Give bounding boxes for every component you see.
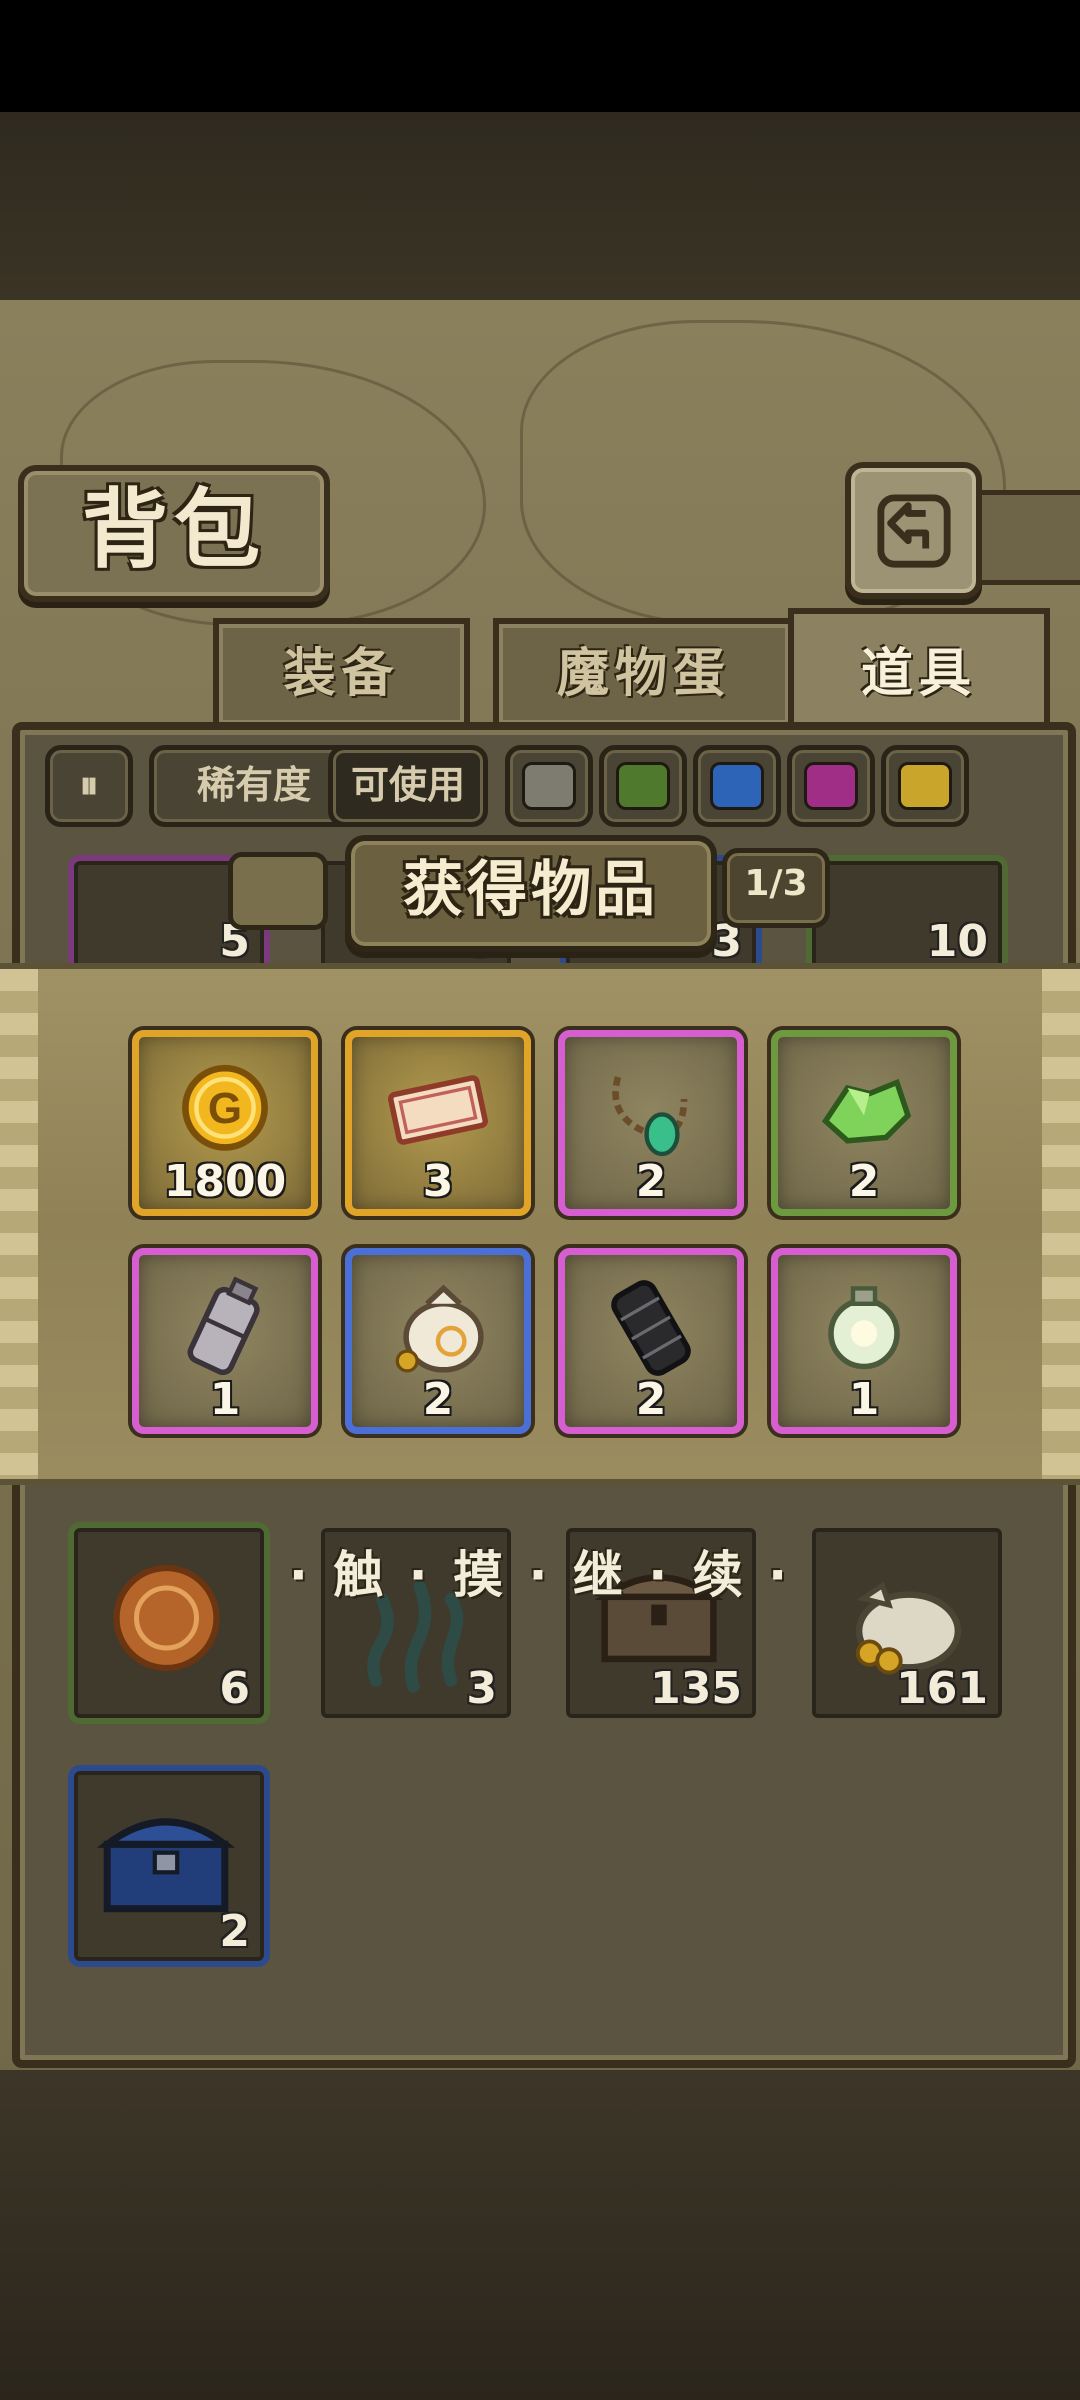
gem-necklace-icon <box>612 1076 688 1157</box>
blue-chest-icon <box>96 1818 236 1913</box>
blue-swatch <box>710 762 764 810</box>
reward-page-text: 1/3 <box>744 863 808 904</box>
usable-filter-label: 可使用 <box>350 763 465 807</box>
gold-swatch <box>898 762 952 810</box>
back-arrow-icon <box>876 493 951 568</box>
reward-page-indicator: 1/3 <box>722 848 830 928</box>
item-count: 161 <box>896 1663 988 1714</box>
item-count: 2 <box>635 1374 667 1425</box>
item-count: 10 <box>926 916 988 967</box>
tab-items-label: 道具 <box>860 644 977 704</box>
back-rail <box>970 490 1080 585</box>
gold-coin-icon: G <box>182 1064 268 1151</box>
item-count: 2 <box>219 1906 250 1957</box>
item-count: 3 <box>466 1663 497 1714</box>
tab-equipment-label: 装备 <box>283 644 400 704</box>
mechanical-bottle-icon <box>187 1276 260 1376</box>
inventory-slot-blue-chest[interactable]: 2 <box>68 1765 270 1967</box>
item-count: 135 <box>650 1663 742 1714</box>
reward-title-wing-left <box>228 852 328 930</box>
gray-swatch <box>522 762 576 810</box>
item-count: 2 <box>848 1156 880 1207</box>
item-count: 1800 <box>163 1156 287 1207</box>
page-title-plate: 背包 <box>18 465 330 602</box>
iron-scroll-icon <box>611 1280 691 1376</box>
lantern-icon <box>828 1286 900 1370</box>
item-count: 2 <box>422 1374 454 1425</box>
inventory-slot[interactable]: 10 <box>806 855 1008 977</box>
filter-gray-swatch[interactable] <box>505 745 593 827</box>
reward-title-plate: 获得物品 <box>345 835 717 952</box>
tab-items[interactable]: 道具 <box>788 608 1050 726</box>
page-title: 背包 <box>82 480 266 580</box>
tab-equipment[interactable]: 装备 <box>213 618 470 724</box>
item-count: 1 <box>209 1374 241 1425</box>
item-count: 6 <box>219 1663 250 1714</box>
reward-item-coin-bag[interactable]: 2 <box>345 1248 531 1434</box>
back-button[interactable] <box>845 462 982 599</box>
reward-item-necklace[interactable]: 2 <box>558 1030 744 1216</box>
tab-monster-eggs-label: 魔物蛋 <box>556 644 731 704</box>
green-crystal-icon <box>821 1078 912 1144</box>
reward-title: 获得物品 <box>403 855 659 925</box>
coin-bag-icon <box>395 1284 484 1373</box>
usable-filter-button[interactable]: 可使用 <box>328 745 488 827</box>
sort-toggle-icon: ⏸ <box>79 763 99 807</box>
bottom-band <box>0 2070 1080 2400</box>
item-count: 3 <box>422 1156 454 1207</box>
reward-item-crystal[interactable]: 2 <box>771 1030 957 1216</box>
rarity-filter-label: 稀有度 <box>196 763 311 807</box>
reward-item-iron-scroll[interactable]: 2 <box>558 1248 744 1434</box>
green-swatch <box>616 762 670 810</box>
filter-gold-swatch[interactable] <box>881 745 969 827</box>
filter-blue-swatch[interactable] <box>693 745 781 827</box>
filter-purple-swatch[interactable] <box>787 745 875 827</box>
reward-item-ticket[interactable]: 3 <box>345 1030 531 1216</box>
reward-item-gold[interactable]: G 1800 <box>132 1030 318 1216</box>
filter-green-swatch[interactable] <box>599 745 687 827</box>
purple-swatch <box>804 762 858 810</box>
svg-text:G: G <box>208 1084 242 1133</box>
item-count: 2 <box>635 1156 667 1207</box>
sort-toggle-button[interactable]: ⏸ <box>45 745 133 827</box>
reward-item-bottle[interactable]: 1 <box>132 1248 318 1434</box>
reward-item-lantern[interactable]: 1 <box>771 1248 957 1434</box>
item-count: 1 <box>848 1374 880 1425</box>
category-tabs: 装备 魔物蛋 道具 <box>18 608 1058 728</box>
tab-monster-eggs[interactable]: 魔物蛋 <box>493 618 795 724</box>
ticket-icon <box>387 1075 489 1145</box>
touch-to-continue-hint: · 触 · 摸 · 继 · 续 · <box>288 1546 792 1604</box>
top-band <box>0 112 1080 308</box>
status-bar <box>0 0 1080 112</box>
